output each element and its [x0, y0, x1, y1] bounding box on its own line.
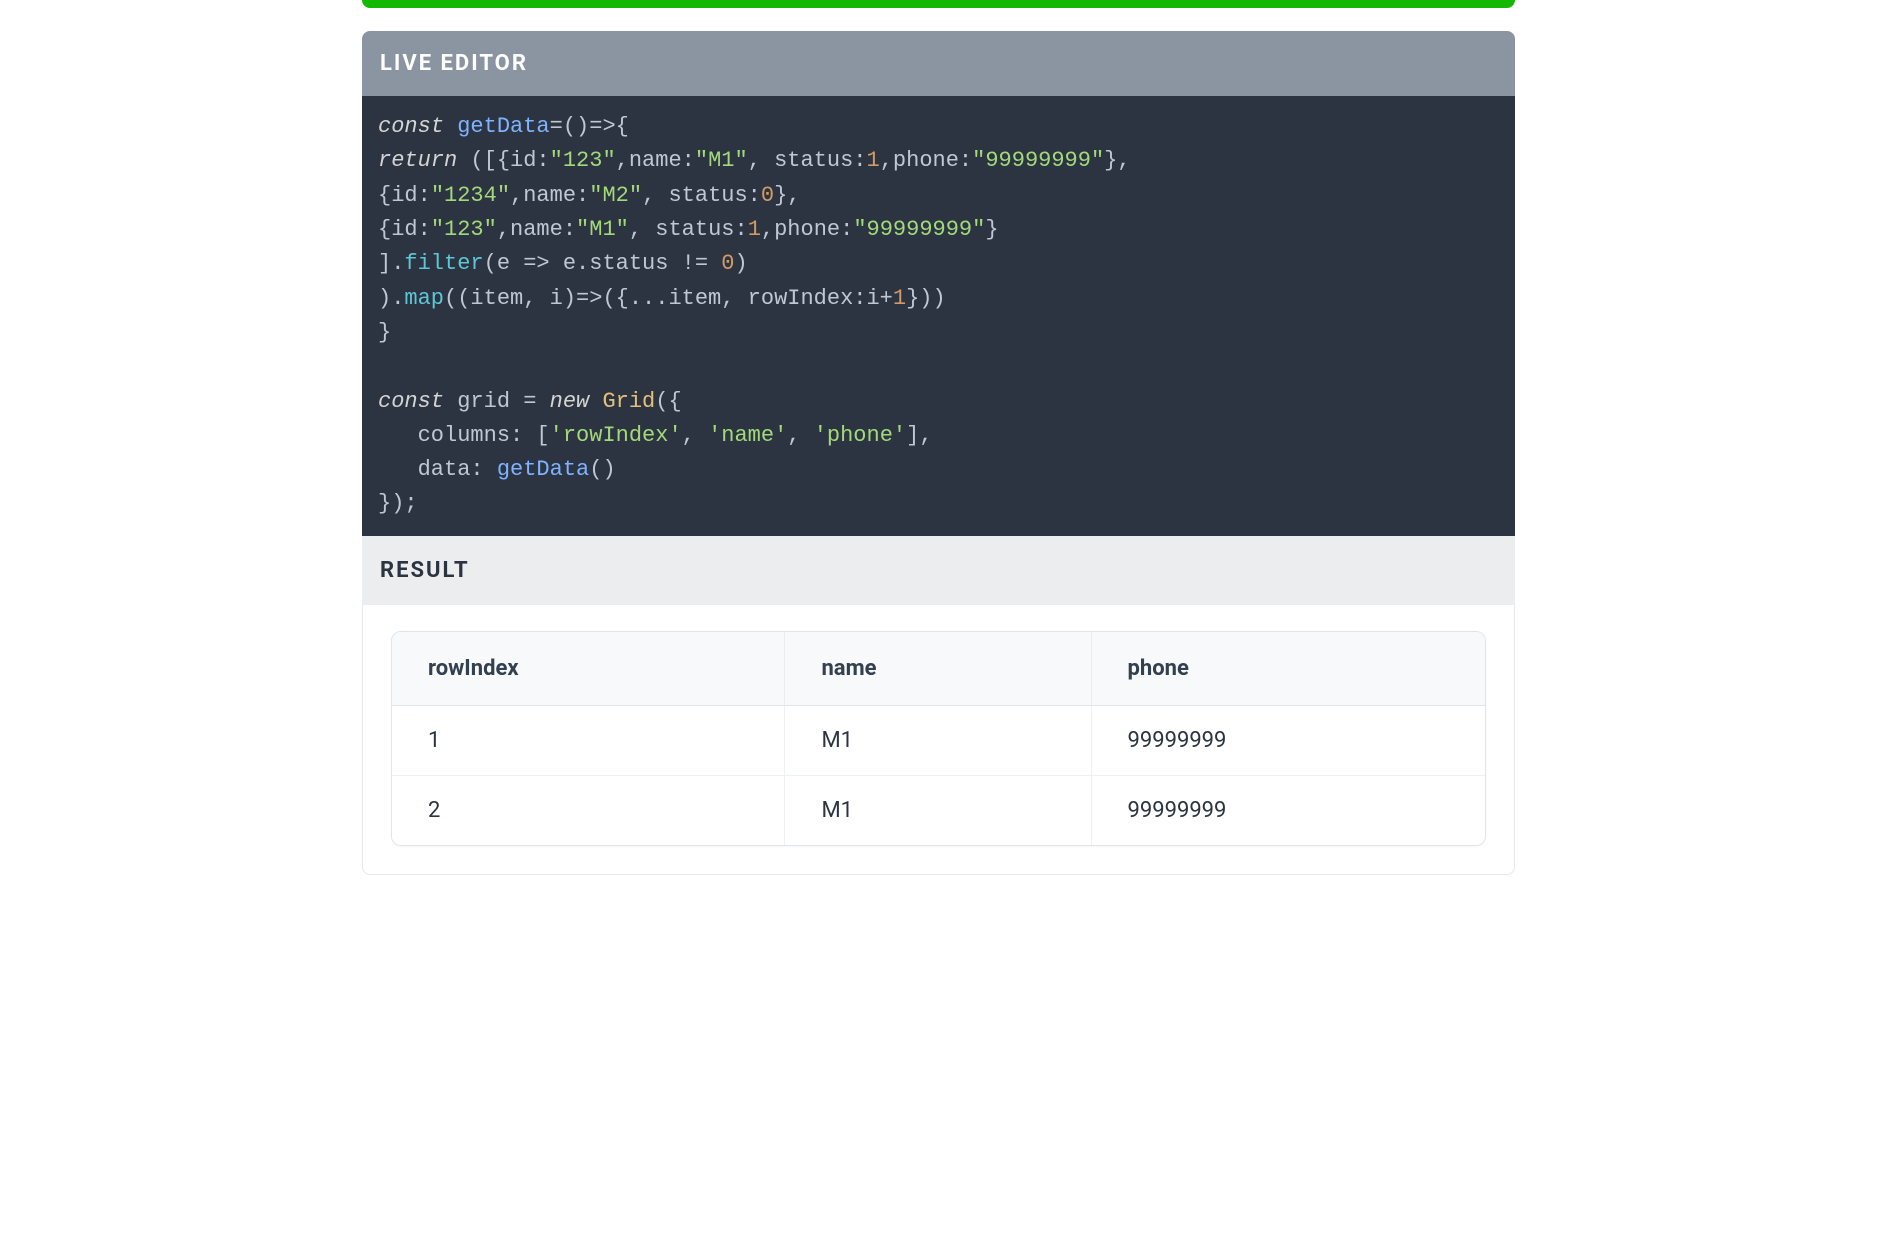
code-token: 0: [721, 251, 734, 276]
col-header-rowindex[interactable]: rowIndex: [392, 632, 785, 706]
code-token: ,phone:: [761, 217, 853, 242]
code-token: }: [985, 217, 998, 242]
code-token: getData: [497, 457, 589, 482]
code-token: filter: [404, 251, 483, 276]
table-cell: M1: [785, 706, 1091, 776]
code-token: 0: [761, 183, 774, 208]
code-token: ): [734, 251, 747, 276]
code-token: "123": [550, 148, 616, 173]
code-token: {: [497, 148, 510, 173]
code-token: ).: [378, 286, 404, 311]
code-token: 1: [748, 217, 761, 242]
col-header-name[interactable]: name: [785, 632, 1091, 706]
result-header: RESULT: [362, 536, 1515, 605]
table-cell: 1: [392, 706, 785, 776]
code-token: ([: [457, 148, 497, 173]
table-cell: 99999999: [1092, 776, 1486, 845]
code-token: },: [1104, 148, 1130, 173]
code-token: , status:: [642, 183, 761, 208]
table-row: 2M199999999: [392, 776, 1485, 845]
code-token: ,name:: [497, 217, 576, 242]
code-token: "M1": [695, 148, 748, 173]
code-token: ,phone:: [880, 148, 972, 173]
code-token: "M2": [589, 183, 642, 208]
code-token: })): [906, 286, 946, 311]
code-token: map: [404, 286, 444, 311]
table-cell: 99999999: [1092, 706, 1486, 776]
code-token: getData: [457, 114, 549, 139]
code-token: "123": [431, 217, 497, 242]
code-token: {: [378, 183, 391, 208]
code-token: return: [378, 148, 457, 173]
code-token: "M1": [576, 217, 629, 242]
code-token: (): [589, 457, 615, 482]
code-token: ].: [378, 251, 404, 276]
code-token: 'rowIndex': [550, 423, 682, 448]
table-cell: 2: [392, 776, 785, 845]
code-token: [444, 114, 457, 139]
code-token: }: [378, 320, 391, 345]
code-token: ],: [906, 423, 932, 448]
code-token: });: [378, 491, 418, 516]
code-token: 1: [867, 148, 880, 173]
code-token: Grid: [602, 389, 655, 414]
code-token: ,name:: [616, 148, 695, 173]
code-token: , status:: [629, 217, 748, 242]
code-token: },: [774, 183, 800, 208]
table-header-row: rowIndex name phone: [392, 632, 1485, 706]
code-token: "99999999": [853, 217, 985, 242]
code-token: "1234": [431, 183, 510, 208]
top-banner: [362, 0, 1515, 8]
code-token: (e => e.status !=: [484, 251, 722, 276]
code-token: ({: [655, 389, 681, 414]
code-token: 1: [893, 286, 906, 311]
code-token: ,: [682, 423, 708, 448]
code-token: const: [378, 114, 444, 139]
col-header-phone[interactable]: phone: [1092, 632, 1486, 706]
code-token: =()=>{: [550, 114, 642, 139]
code-token: , status:: [748, 148, 867, 173]
code-token: [589, 389, 602, 414]
result-table: rowIndex name phone 1M1999999992M1999999…: [391, 631, 1486, 846]
live-editor-title: LIVE EDITOR: [380, 51, 528, 76]
code-token: 'name': [708, 423, 787, 448]
result-title: RESULT: [380, 558, 470, 583]
code-token: ,: [787, 423, 813, 448]
code-token: const: [378, 389, 444, 414]
live-editor-header: LIVE EDITOR: [362, 31, 1515, 96]
code-token: 'phone': [814, 423, 906, 448]
code-token: columns: [: [378, 423, 550, 448]
code-token: id:: [510, 148, 550, 173]
code-token: "99999999": [972, 148, 1104, 173]
code-token: data:: [378, 457, 497, 482]
code-token: {: [378, 217, 391, 242]
code-token: id:: [391, 183, 431, 208]
code-editor[interactable]: const getData=()=>{ return ([{id:"123",n…: [362, 96, 1515, 536]
result-body: rowIndex name phone 1M1999999992M1999999…: [362, 605, 1515, 875]
table-cell: M1: [785, 776, 1091, 845]
code-token: id:: [391, 217, 431, 242]
code-token: ,name:: [510, 183, 589, 208]
code-token: grid =: [444, 389, 550, 414]
code-token: new: [550, 389, 590, 414]
table-row: 1M199999999: [392, 706, 1485, 776]
code-token: ((item, i)=>({...item, rowIndex:i+: [444, 286, 893, 311]
